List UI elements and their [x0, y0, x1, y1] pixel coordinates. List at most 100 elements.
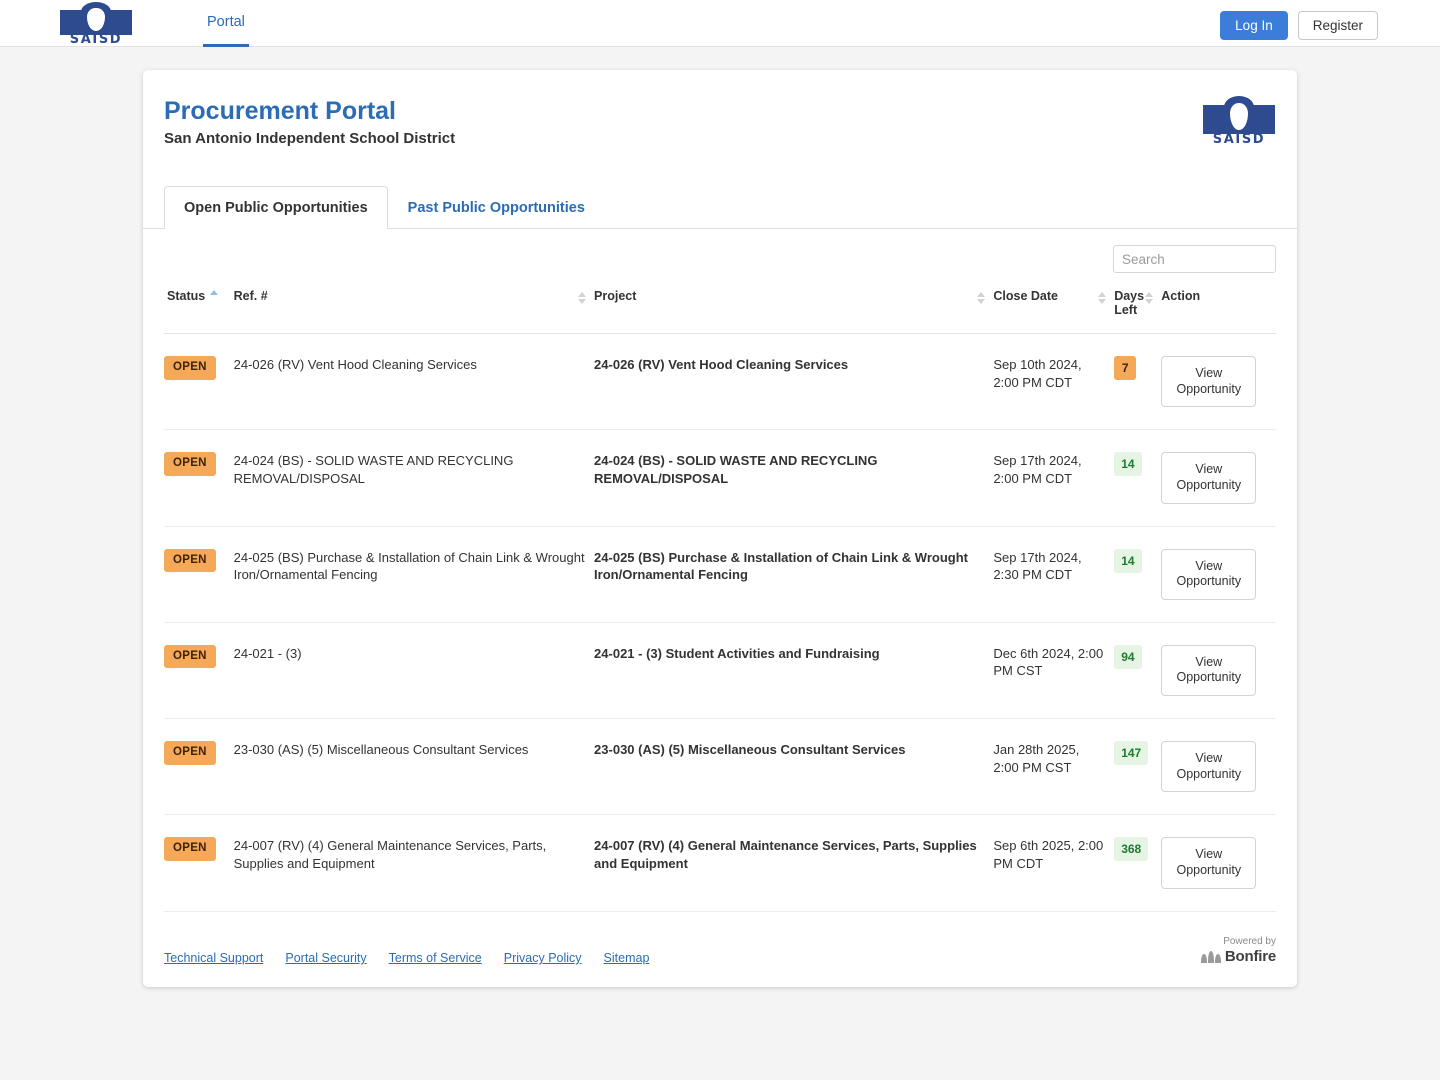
cell-close-date: Dec 6th 2024, 2:00 PM CST [993, 622, 1115, 720]
cell-project: 24-024 (BS) - SOLID WASTE AND RECYCLING … [594, 429, 994, 527]
cell-close-date: Jan 28th 2025, 2:00 PM CST [993, 718, 1115, 816]
footer-links: Technical Support Portal Security Terms of… [164, 951, 649, 965]
cell-days-left: 14 [1114, 429, 1162, 527]
cell-action: View Opportunity [1161, 622, 1276, 720]
view-opportunity-button[interactable]: View Opportunity [1161, 837, 1257, 889]
footer-link[interactable]: Terms of Service [389, 951, 482, 965]
card-logo-apple-shape [1230, 102, 1248, 130]
cell-project: 24-007 (RV) (4) General Maintenance Serv… [594, 814, 994, 912]
cell-status: OPEN [164, 814, 234, 912]
view-opportunity-button[interactable]: View Opportunity [1161, 644, 1257, 696]
cell-status: OPEN [164, 526, 234, 623]
cell-close-date: Sep 10th 2024, 2:00 PM CDT [993, 333, 1115, 431]
cell-close-date: Sep 6th 2025, 2:00 PM CDT [993, 814, 1115, 912]
table-row: OPEN 24-026 (RV) Vent Hood Cleaning Servi… [164, 333, 1276, 431]
view-opportunity-button[interactable]: View Opportunity [1161, 741, 1257, 793]
sort-ascending-icon[interactable] [210, 289, 219, 303]
view-opportunity-button[interactable]: View Opportunity [1161, 356, 1257, 408]
sort-toggle-ref-icon[interactable] [578, 291, 587, 305]
auth-buttons-group: Log In Register [1220, 11, 1378, 40]
cell-ref: 23-030 (AS) (5) Miscellaneous Consultant… [233, 718, 595, 816]
column-header-days-left-label: Days Left [1114, 289, 1145, 317]
log-in-button[interactable]: Log In [1220, 11, 1288, 40]
page-subtitle: San Antonio Independent School District [164, 130, 456, 147]
days-left-badge: 14 [1114, 452, 1142, 477]
search-input[interactable] [1113, 245, 1276, 273]
bonfire-flame-icon [1200, 950, 1221, 963]
search-row [164, 229, 1276, 283]
tab-past-public-opportunities-label: Past Public Opportunities [407, 200, 585, 216]
status-badge: OPEN [164, 356, 216, 380]
cell-action: View Opportunity [1161, 429, 1276, 527]
days-left-badge: 147 [1114, 741, 1149, 766]
view-opportunity-button[interactable]: View Opportunity [1161, 548, 1257, 600]
column-header-action-label: Action [1161, 289, 1201, 303]
cell-close-date: Sep 17th 2024, 2:30 PM CDT [993, 526, 1115, 623]
powered-by-block: Powered by Bonfire [1200, 936, 1276, 966]
status-badge: OPEN [164, 837, 216, 861]
cell-project: 23-030 (AS) (5) Miscellaneous Consultant… [594, 718, 994, 816]
footer-link[interactable]: Sitemap [604, 951, 650, 965]
cell-close-date: Sep 17th 2024, 2:00 PM CDT [993, 429, 1115, 527]
table-header: Status Ref. # Project Close Date Days Le… [164, 283, 1276, 334]
cell-project: 24-025 (BS) Purchase & Installation of C… [594, 526, 994, 623]
cell-ref: 24-026 (RV) Vent Hood Cleaning Services [233, 333, 595, 431]
cell-ref: 24-024 (BS) - SOLID WASTE AND RECYCLING … [233, 429, 595, 527]
table-body: OPEN 24-026 (RV) Vent Hood Cleaning Servi… [164, 333, 1276, 912]
column-header-close-date[interactable]: Close Date [993, 283, 1115, 334]
opportunities-table: Status Ref. # Project Close Date Days Le… [164, 283, 1276, 912]
table-row: OPEN 24-007 (RV) (4) General Maintenance … [164, 814, 1276, 912]
page-title: Procurement Portal [164, 97, 397, 125]
cell-action: View Opportunity [1161, 333, 1276, 431]
days-left-badge: 368 [1114, 837, 1149, 862]
register-button[interactable]: Register [1297, 11, 1378, 40]
column-header-project[interactable]: Project [594, 283, 994, 334]
footer-link[interactable]: Portal Security [285, 951, 366, 965]
tab-past-public-opportunities[interactable]: Past Public Opportunities [388, 186, 605, 229]
sort-toggle-days-left-icon[interactable] [1145, 291, 1154, 305]
tab-open-public-opportunities-label: Open Public Opportunities [184, 200, 368, 216]
cell-ref: 24-025 (BS) Purchase & Installation of C… [233, 526, 595, 623]
portal-card: Procurement Portal San Antonio Independe… [143, 70, 1297, 987]
page-title-block: Procurement Portal San Antonio Independe… [164, 96, 455, 147]
column-header-status-label: Status [167, 289, 206, 303]
column-header-project-label: Project [594, 289, 637, 303]
cell-days-left: 7 [1114, 333, 1162, 431]
column-header-ref-label: Ref. # [233, 289, 268, 303]
card-footer: Technical Support Portal Security Terms of… [164, 912, 1276, 988]
table-row: OPEN 23-030 (AS) (5) Miscellaneous Consul… [164, 718, 1276, 816]
nav-item-portal-label: Portal [207, 14, 245, 30]
view-opportunity-button[interactable]: View Opportunity [1161, 452, 1257, 504]
cell-status: OPEN [164, 718, 234, 816]
column-header-close-date-label: Close Date [993, 289, 1058, 303]
table-row: OPEN 24-024 (BS) - SOLID WASTE AND RECYCL… [164, 429, 1276, 527]
tab-open-public-opportunities[interactable]: Open Public Opportunities [164, 186, 388, 229]
column-header-ref[interactable]: Ref. # [233, 283, 595, 334]
column-header-status[interactable]: Status [164, 283, 234, 334]
status-badge: OPEN [164, 548, 216, 573]
opportunity-tabs: Open Public Opportunities Past Public Op… [143, 185, 1297, 229]
logo-wordmark: SAISD [69, 31, 123, 47]
cell-days-left: 368 [1114, 814, 1162, 912]
table-row: OPEN 24-021 - (3) 24-021 - (3) Student Act… [164, 622, 1276, 720]
status-badge: OPEN [164, 452, 216, 476]
cell-ref: 24-021 - (3) [233, 622, 595, 720]
cell-days-left: 94 [1114, 622, 1162, 720]
table-header-row: Status Ref. # Project Close Date Days Le… [164, 283, 1276, 334]
cell-days-left: 14 [1114, 526, 1162, 623]
top-navigation-bar: SAISD Portal Log In Register [0, 0, 1440, 47]
cell-days-left: 147 [1114, 718, 1162, 816]
cell-project: 24-021 - (3) Student Activities and Fund… [594, 622, 994, 720]
status-badge: OPEN [164, 741, 216, 765]
table-row: OPEN 24-025 (BS) Purchase & Installation … [164, 526, 1276, 623]
saisd-logo-icon[interactable]: SAISD [58, 2, 134, 47]
cell-status: OPEN [164, 429, 234, 527]
footer-link[interactable]: Technical Support [164, 951, 263, 965]
cell-status: OPEN [164, 333, 234, 431]
nav-item-portal[interactable]: Portal [203, 0, 249, 47]
sort-toggle-close-date-icon[interactable] [1098, 291, 1107, 305]
status-badge: OPEN [164, 644, 216, 669]
footer-link[interactable]: Privacy Policy [504, 951, 582, 965]
sort-toggle-project-icon[interactable] [977, 291, 986, 305]
column-header-days-left[interactable]: Days Left [1114, 283, 1162, 334]
